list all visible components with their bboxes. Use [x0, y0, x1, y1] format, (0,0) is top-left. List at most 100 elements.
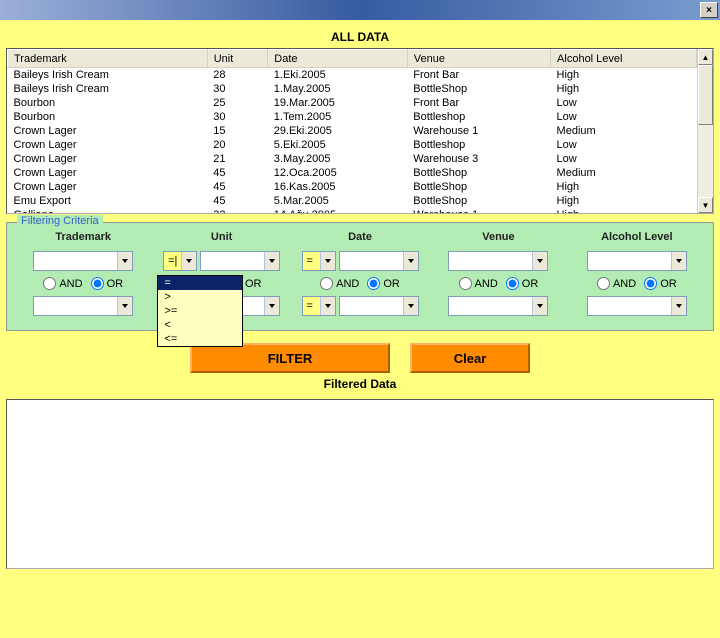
- table-row[interactable]: Bourbon301.Tem.2005BottleshopLow: [8, 110, 697, 124]
- all-data-title: ALL DATA: [6, 26, 714, 48]
- chevron-down-icon[interactable]: [532, 297, 547, 315]
- table-cell: BottleShop: [407, 194, 550, 208]
- chevron-down-icon[interactable]: [320, 252, 335, 270]
- alcohol-andor: AND OR: [597, 277, 677, 290]
- table-cell: 1.Tem.2005: [268, 110, 408, 124]
- table-cell: Medium: [551, 166, 697, 180]
- column-header[interactable]: Unit: [207, 50, 268, 68]
- trademark-and-radio[interactable]: AND: [43, 277, 82, 290]
- table-cell: High: [551, 194, 697, 208]
- unit-op-dropdown[interactable]: =>>=<<=: [157, 275, 243, 347]
- alcohol-or-radio[interactable]: OR: [644, 277, 677, 290]
- table-row[interactable]: Crown Lager213.May.2005Warehouse 3Low: [8, 152, 697, 166]
- table-cell: 30: [207, 82, 268, 96]
- scroll-up-button[interactable]: ▲: [698, 49, 713, 65]
- alcohol-select-2[interactable]: [587, 296, 687, 316]
- table-row[interactable]: Crown Lager4516.Kas.2005BottleShopHigh: [8, 180, 697, 194]
- table-row[interactable]: Emu Export455.Mar.2005BottleShopHigh: [8, 194, 697, 208]
- table-row[interactable]: Galliano3214.Ağu.2005Warehouse 1High: [8, 208, 697, 214]
- column-header[interactable]: Trademark: [8, 50, 208, 68]
- filter-label-unit: Unit: [211, 231, 232, 243]
- dropdown-option[interactable]: >=: [158, 304, 242, 318]
- table-cell: Low: [551, 96, 697, 110]
- filter-button[interactable]: FILTER: [190, 343, 390, 373]
- filtered-data-grid[interactable]: [6, 399, 714, 569]
- table-cell: Warehouse 1: [407, 208, 550, 214]
- chevron-down-icon[interactable]: [403, 297, 418, 315]
- filtering-criteria-panel: Filtering Criteria Trademark AND OR: [6, 222, 714, 331]
- unit-select-1[interactable]: [200, 251, 280, 271]
- table-cell: Emu Export: [8, 194, 208, 208]
- chevron-down-icon[interactable]: [671, 297, 686, 315]
- button-row: FILTER Clear: [6, 343, 714, 373]
- chevron-down-icon[interactable]: [320, 297, 335, 315]
- venue-and-radio[interactable]: AND: [459, 277, 498, 290]
- dropdown-option[interactable]: >: [158, 290, 242, 304]
- table-cell: Baileys Irish Cream: [8, 68, 208, 82]
- venue-or-radio[interactable]: OR: [506, 277, 539, 290]
- date-op-select-1[interactable]: =: [302, 251, 336, 271]
- vertical-scrollbar[interactable]: ▲ ▼: [697, 49, 713, 213]
- table-cell: Low: [551, 138, 697, 152]
- filter-col-trademark: Trademark AND OR: [17, 231, 149, 316]
- trademark-or-radio[interactable]: OR: [91, 277, 124, 290]
- scroll-track[interactable]: [698, 65, 713, 197]
- column-header[interactable]: Date: [268, 50, 408, 68]
- table-cell: 15: [207, 124, 268, 138]
- alcohol-select-1[interactable]: [587, 251, 687, 271]
- date-or-radio[interactable]: OR: [367, 277, 400, 290]
- chevron-down-icon[interactable]: [671, 252, 686, 270]
- chevron-down-icon[interactable]: [181, 252, 196, 270]
- venue-select-1[interactable]: [448, 251, 548, 271]
- table-cell: 45: [207, 166, 268, 180]
- date-andor: AND OR: [320, 277, 400, 290]
- close-button[interactable]: ×: [700, 2, 718, 18]
- scroll-thumb[interactable]: [698, 65, 713, 125]
- date-and-radio[interactable]: AND: [320, 277, 359, 290]
- filter-col-date: Date = AND OR =: [294, 231, 426, 316]
- trademark-select-1[interactable]: [33, 251, 133, 271]
- close-icon: ×: [706, 5, 712, 16]
- chevron-down-icon[interactable]: [264, 252, 279, 270]
- table-cell: High: [551, 68, 697, 82]
- column-header[interactable]: Alcohol Level: [551, 50, 697, 68]
- table-cell: 1.Eki.2005: [268, 68, 408, 82]
- table-cell: BottleShop: [407, 180, 550, 194]
- table-cell: Bourbon: [8, 96, 208, 110]
- date-op-select-2[interactable]: =: [302, 296, 336, 316]
- date-select-1[interactable]: [339, 251, 419, 271]
- table-row[interactable]: Bourbon2519.Mar.2005Front BarLow: [8, 96, 697, 110]
- chevron-down-icon[interactable]: [532, 252, 547, 270]
- table-cell: 16.Kas.2005: [268, 180, 408, 194]
- trademark-select-2[interactable]: [33, 296, 133, 316]
- table-row[interactable]: Baileys Irish Cream301.May.2005BottleSho…: [8, 82, 697, 96]
- data-table-scroll[interactable]: TrademarkUnitDateVenueAlcohol Level Bail…: [7, 49, 697, 213]
- table-cell: Baileys Irish Cream: [8, 82, 208, 96]
- column-header[interactable]: Venue: [407, 50, 550, 68]
- table-row[interactable]: Baileys Irish Cream281.Eki.2005Front Bar…: [8, 68, 697, 82]
- alcohol-and-radio[interactable]: AND: [597, 277, 636, 290]
- table-cell: 45: [207, 180, 268, 194]
- table-cell: 29.Eki.2005: [268, 124, 408, 138]
- dropdown-option[interactable]: <: [158, 318, 242, 332]
- venue-select-2[interactable]: [448, 296, 548, 316]
- clear-button[interactable]: Clear: [410, 343, 530, 373]
- unit-op-select-1[interactable]: =|: [163, 251, 197, 271]
- chevron-down-icon[interactable]: [117, 297, 132, 315]
- table-cell: Crown Lager: [8, 180, 208, 194]
- dropdown-option[interactable]: =: [158, 276, 242, 290]
- table-row[interactable]: Crown Lager4512.Oca.2005BottleShopMedium: [8, 166, 697, 180]
- scroll-down-button[interactable]: ▼: [698, 197, 713, 213]
- chevron-down-icon[interactable]: [117, 252, 132, 270]
- table-row[interactable]: Crown Lager205.Eki.2005BottleshopLow: [8, 138, 697, 152]
- table-cell: 25: [207, 96, 268, 110]
- chevron-down-icon[interactable]: [264, 297, 279, 315]
- date-select-2[interactable]: [339, 296, 419, 316]
- table-row[interactable]: Crown Lager1529.Eki.2005Warehouse 1Mediu…: [8, 124, 697, 138]
- table-cell: 32: [207, 208, 268, 214]
- table-cell: High: [551, 208, 697, 214]
- chevron-down-icon[interactable]: [403, 252, 418, 270]
- table-cell: 12.Oca.2005: [268, 166, 408, 180]
- dropdown-option[interactable]: <=: [158, 332, 242, 346]
- filter-label-date: Date: [348, 231, 372, 243]
